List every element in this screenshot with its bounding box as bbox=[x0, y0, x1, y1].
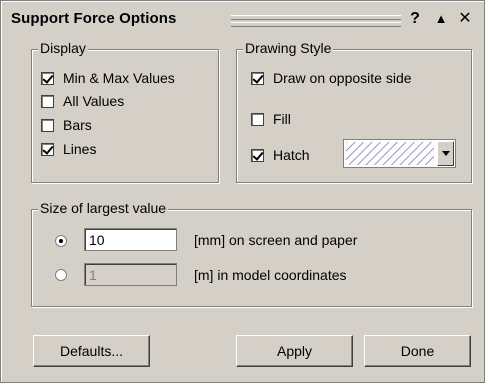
checkbox-hatch[interactable]: Hatch bbox=[251, 147, 310, 163]
screen-size-input[interactable] bbox=[84, 228, 177, 251]
model-coordinates-radio[interactable] bbox=[55, 269, 67, 281]
screen-paper-unit-label: [mm] on screen and paper bbox=[194, 232, 358, 248]
fill-checkbox[interactable] bbox=[251, 112, 264, 126]
checkbox-fill[interactable]: Fill bbox=[251, 111, 291, 127]
dialog-title: Support Force Options bbox=[11, 10, 177, 27]
support-force-options-dialog: Support Force Options ? ▲ ✕ Display Min … bbox=[0, 0, 485, 383]
checkbox-all-values[interactable]: All Values bbox=[41, 93, 124, 109]
size-group-legend: Size of largest value bbox=[38, 200, 169, 216]
radio-screen-paper[interactable] bbox=[55, 235, 67, 247]
model-coordinates-unit-label: [m] in model coordinates bbox=[194, 267, 347, 283]
lines-checkbox[interactable] bbox=[41, 142, 54, 156]
all-values-label: All Values bbox=[63, 93, 125, 109]
all-values-checkbox[interactable] bbox=[41, 94, 54, 108]
defaults-button[interactable]: Defaults... bbox=[33, 335, 150, 367]
hatch-label: Hatch bbox=[273, 147, 310, 163]
done-button[interactable]: Done bbox=[364, 335, 471, 367]
bars-checkbox[interactable] bbox=[41, 118, 54, 132]
draw-opposite-side-label: Draw on opposite side bbox=[273, 70, 412, 86]
display-group-legend: Display bbox=[38, 40, 88, 56]
lines-label: Lines bbox=[63, 141, 97, 157]
checkbox-draw-opposite-side[interactable]: Draw on opposite side bbox=[251, 70, 412, 86]
rollup-icon[interactable]: ▲ bbox=[431, 9, 451, 29]
help-icon[interactable]: ? bbox=[405, 9, 425, 29]
screen-paper-radio[interactable] bbox=[55, 235, 67, 247]
checkbox-lines[interactable]: Lines bbox=[41, 141, 96, 157]
close-icon[interactable]: ✕ bbox=[455, 9, 475, 29]
apply-button[interactable]: Apply bbox=[236, 335, 353, 367]
checkbox-min-max-values[interactable]: Min & Max Values bbox=[41, 70, 175, 86]
hatch-pattern-dropdown[interactable] bbox=[343, 139, 456, 168]
title-bar[interactable]: Support Force Options ? ▲ ✕ bbox=[3, 3, 484, 35]
model-size-input bbox=[84, 263, 177, 286]
draw-opposite-side-checkbox[interactable] bbox=[251, 71, 264, 85]
bars-label: Bars bbox=[63, 117, 92, 133]
hatch-checkbox[interactable] bbox=[251, 148, 264, 162]
dropdown-arrow-icon[interactable] bbox=[437, 141, 454, 166]
hatch-pattern-swatch bbox=[346, 142, 434, 165]
min-max-values-label: Min & Max Values bbox=[63, 70, 175, 86]
drawing-style-group-legend: Drawing Style bbox=[243, 40, 334, 56]
min-max-values-checkbox[interactable] bbox=[41, 71, 54, 85]
radio-model-coordinates[interactable] bbox=[55, 269, 67, 281]
drag-grip[interactable] bbox=[231, 15, 401, 27]
checkbox-bars[interactable]: Bars bbox=[41, 117, 92, 133]
fill-label: Fill bbox=[273, 111, 291, 127]
size-group: Size of largest value bbox=[31, 200, 472, 307]
